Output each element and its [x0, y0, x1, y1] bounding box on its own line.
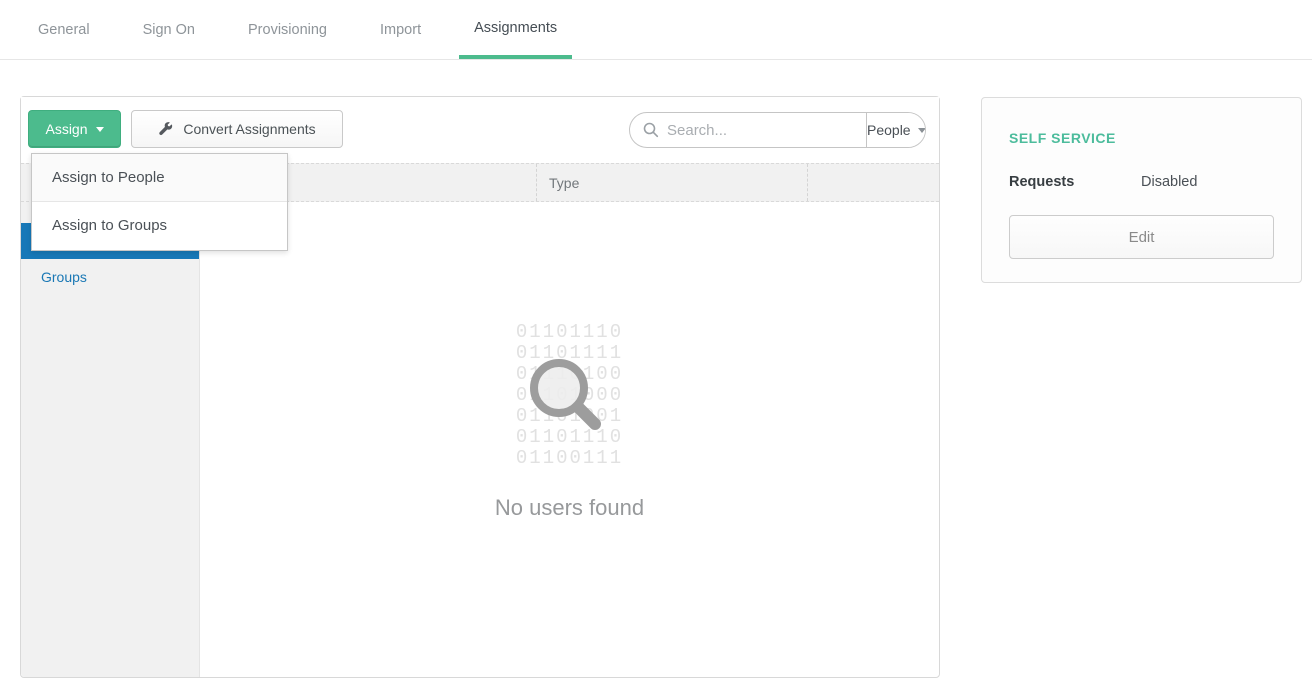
- caret-down-icon: [918, 128, 926, 133]
- tab-general[interactable]: General: [38, 0, 90, 59]
- requests-row: Requests Disabled: [1009, 174, 1274, 190]
- tab-import[interactable]: Import: [380, 0, 421, 59]
- magnifier-icon: [519, 348, 621, 450]
- wrench-icon: [158, 121, 174, 137]
- convert-assignments-label: Convert Assignments: [183, 121, 315, 137]
- self-service-title: SELF SERVICE: [1009, 130, 1274, 146]
- app-window: General Sign On Provisioning Import Assi…: [0, 0, 1312, 686]
- empty-state-message: No users found: [200, 495, 939, 521]
- edit-button[interactable]: Edit: [1009, 215, 1274, 259]
- column-header-type: Type: [536, 164, 807, 201]
- assign-button[interactable]: Assign: [28, 110, 121, 148]
- binary-art-row: 01100111: [200, 448, 939, 469]
- menu-item-assign-to-people[interactable]: Assign to People: [32, 154, 287, 202]
- tab-provisioning[interactable]: Provisioning: [248, 0, 327, 59]
- requests-label: Requests: [1009, 174, 1141, 190]
- empty-state: 01101110 01101111 01110100 01101000 0110…: [200, 202, 939, 677]
- search-scope-value: People: [867, 122, 911, 138]
- assignments-panel: Assign Convert Assignments Pe: [20, 96, 940, 678]
- search-icon: [643, 122, 659, 138]
- self-service-panel: SELF SERVICE Requests Disabled Edit: [981, 97, 1302, 283]
- search-input[interactable]: [667, 122, 866, 139]
- requests-value: Disabled: [1141, 174, 1197, 190]
- search-field-wrap: [630, 113, 866, 147]
- tab-assignments[interactable]: Assignments: [459, 0, 572, 59]
- column-header-actions: [807, 164, 939, 201]
- sidebar-item-groups[interactable]: Groups: [21, 259, 199, 295]
- filter-sidebar: People Groups: [21, 202, 200, 677]
- search-control: People: [629, 112, 926, 148]
- assignments-table-body: 01101110 01101111 01110100 01101000 0110…: [200, 202, 939, 677]
- assign-button-label: Assign: [45, 121, 87, 137]
- convert-assignments-button[interactable]: Convert Assignments: [131, 110, 343, 148]
- tab-sign-on[interactable]: Sign On: [143, 0, 195, 59]
- menu-item-assign-to-groups[interactable]: Assign to Groups: [32, 202, 287, 250]
- app-tabbar: General Sign On Provisioning Import Assi…: [0, 0, 1312, 60]
- search-scope-dropdown[interactable]: People: [866, 113, 926, 147]
- caret-down-icon: [96, 127, 104, 132]
- binary-art-row: 01101110: [200, 322, 939, 343]
- assign-dropdown-menu: Assign to People Assign to Groups: [31, 153, 288, 251]
